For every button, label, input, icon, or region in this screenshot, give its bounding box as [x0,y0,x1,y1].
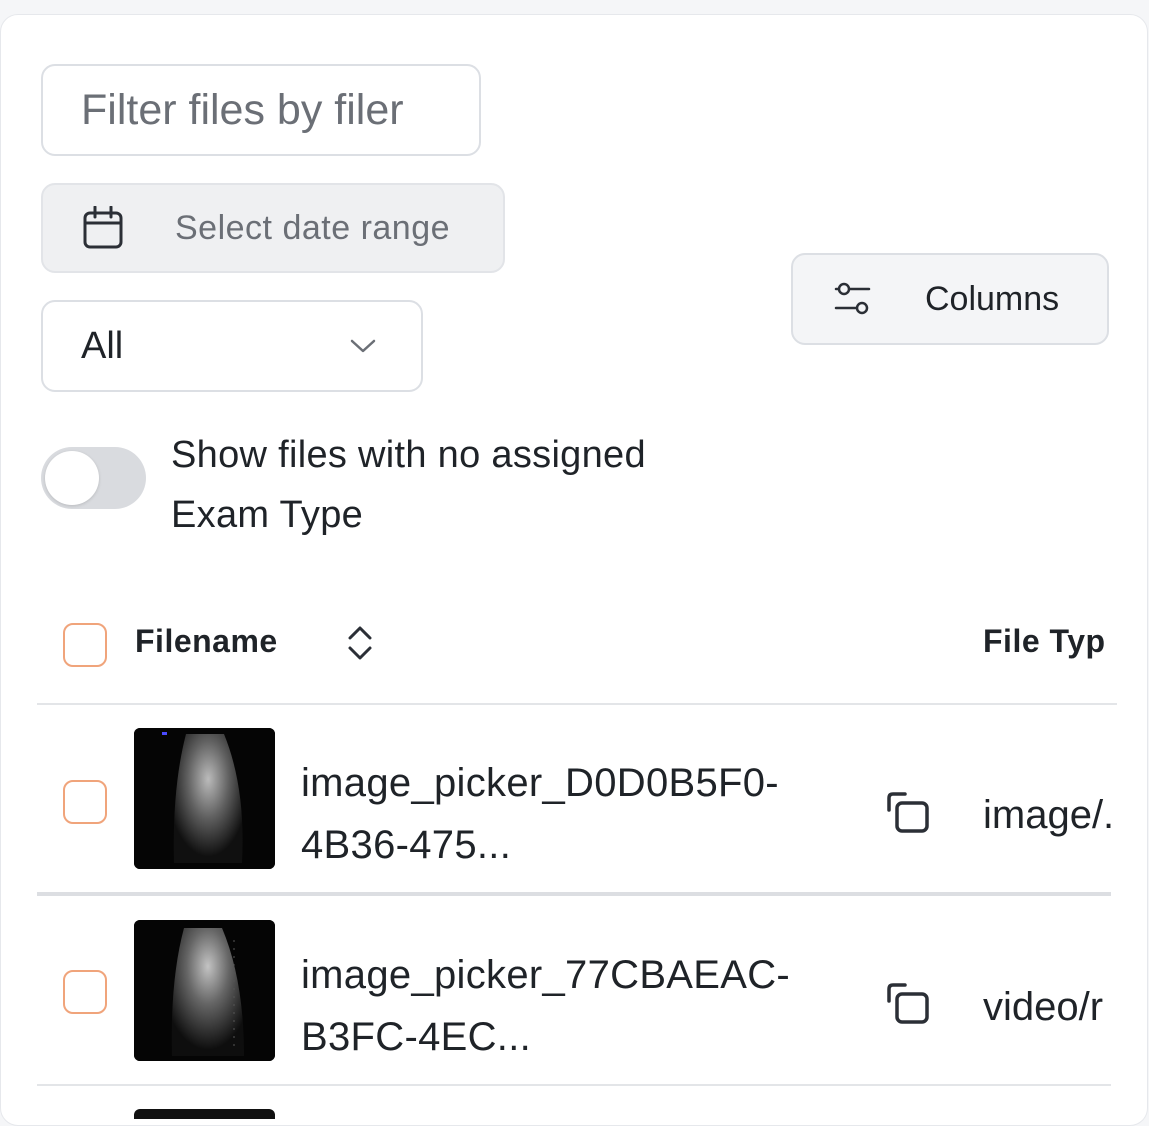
row-divider [37,1084,1111,1086]
sliders-icon [834,282,871,315]
filename-line-1: image_picker_77CBAEAC- [301,953,791,997]
filename-line-2: 4B36-475... [301,823,512,867]
search-input[interactable] [41,64,481,156]
sort-icon[interactable] [343,623,377,663]
filename-line-1: image_picker_D0D0B5F0- [301,761,779,805]
filename-line-2: B3FC-4EC... [301,1015,532,1059]
file-type-select[interactable]: All [41,300,423,392]
row-checkbox[interactable] [63,780,107,824]
chevron-down-icon [350,339,376,353]
ultrasound-thumbnail-image [134,920,275,1061]
row-divider [37,892,1111,896]
files-panel: Select date range All Columns Show files… [0,14,1148,1126]
filename-cell: image_picker_77CBAEAC- B3FC-4EC... [301,944,861,1068]
date-range-label: Select date range [175,208,451,247]
file-type-select-value: All [81,324,124,367]
copy-icon[interactable] [883,981,933,1027]
file-type-cell: image/. [983,793,1115,837]
row-checkbox[interactable] [63,970,107,1014]
header-divider [37,703,1117,705]
calendar-icon [83,206,123,249]
file-thumbnail[interactable] [134,728,275,869]
toggle-knob [45,451,99,505]
no-exam-type-toggle[interactable] [41,447,146,509]
filename-cell: image_picker_D0D0B5F0- 4B36-475... [301,752,861,876]
file-thumbnail-partial [134,1109,275,1119]
column-header-filename[interactable]: Filename [135,623,278,660]
toggle-label: Show files with no assigned Exam Type [171,434,646,536]
columns-button[interactable]: Columns [791,253,1109,345]
file-thumbnail[interactable] [134,920,275,1061]
copy-icon[interactable] [883,790,933,836]
date-range-button[interactable]: Select date range [41,183,505,273]
columns-button-label: Columns [925,279,1060,318]
file-type-cell: video/r [983,985,1104,1029]
select-all-checkbox[interactable] [63,623,107,667]
column-header-file-type[interactable]: File Typ [983,623,1106,660]
ultrasound-thumbnail-image [134,728,275,869]
